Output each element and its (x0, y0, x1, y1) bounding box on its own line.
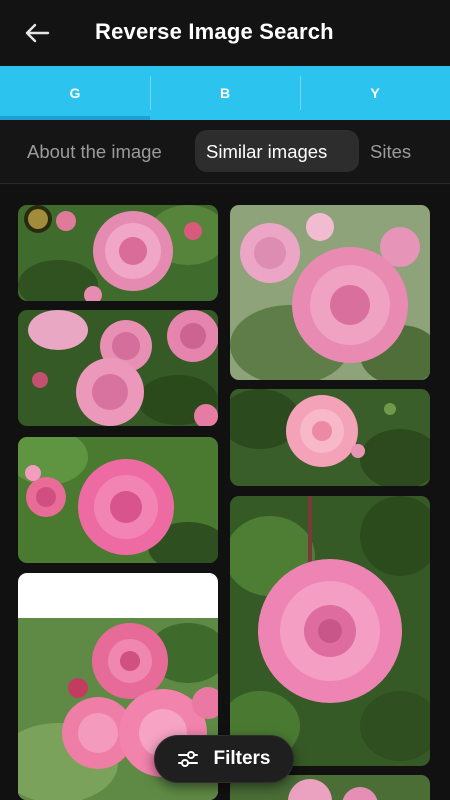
image-result[interactable] (230, 496, 430, 766)
rose-thumbnail (18, 310, 218, 426)
engine-tab-bar: G B Y (0, 66, 450, 120)
arrow-left-icon (25, 23, 50, 43)
image-result[interactable] (18, 310, 218, 426)
rose-thumbnail (230, 496, 430, 766)
back-button[interactable] (18, 18, 56, 48)
image-result[interactable] (18, 437, 218, 563)
image-result[interactable] (230, 205, 430, 380)
tab-engine-y[interactable]: Y (300, 66, 450, 120)
image-result[interactable] (18, 205, 218, 301)
app-header: Reverse Image Search (0, 0, 450, 66)
image-result[interactable] (230, 389, 430, 486)
sliders-icon (178, 751, 199, 767)
tab-about-image[interactable]: About the image (27, 141, 162, 163)
tab-engine-g[interactable]: G (0, 66, 150, 120)
filters-label: Filters (213, 748, 271, 769)
rose-thumbnail (230, 205, 430, 380)
similar-images-grid (0, 185, 450, 800)
page-title: Reverse Image Search (95, 19, 334, 44)
filters-button[interactable]: Filters (154, 735, 294, 783)
tab-engine-b[interactable]: B (150, 66, 300, 120)
tab-sites[interactable]: Sites (370, 141, 411, 163)
rose-thumbnail (18, 437, 218, 563)
rose-thumbnail (18, 205, 218, 301)
rose-thumbnail (230, 389, 430, 486)
tab-similar-images[interactable]: Similar images (206, 141, 327, 163)
